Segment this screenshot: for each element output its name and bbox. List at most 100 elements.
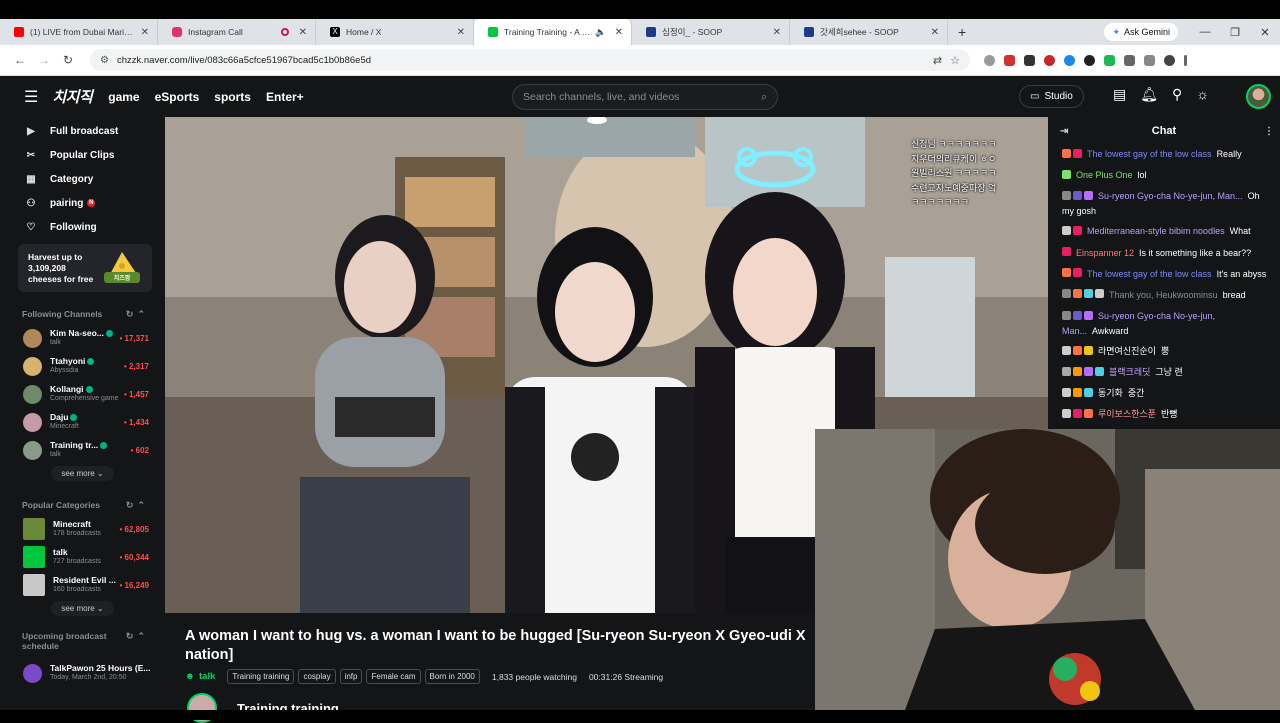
hamburger-menu-icon[interactable]: ☰ [24, 87, 38, 107]
chat-nickname[interactable]: The lowest gay of the low class [1087, 149, 1212, 159]
menu-kebab-icon[interactable] [1184, 54, 1187, 66]
bookmark-star-icon[interactable]: ☆ [950, 54, 960, 67]
channel-category: talk [50, 339, 61, 346]
studio-button[interactable]: ▭ Studio [1019, 85, 1084, 108]
sidebar-item-following[interactable]: ♡ Following [24, 215, 165, 239]
sidebar-item-full-broadcast[interactable]: ▶ Full broadcast [24, 119, 165, 143]
chat-nickname[interactable]: Mediterranean-style bibim noodles [1087, 226, 1225, 236]
extension-icon[interactable] [1004, 54, 1015, 66]
tag-chip[interactable]: infp [339, 669, 363, 684]
search-icon[interactable]: ⌕ [761, 91, 767, 104]
extension-icon[interactable] [1024, 54, 1035, 66]
channel-item[interactable]: KollangiComprehensive game 1,457 [0, 380, 165, 408]
address-bar[interactable]: ⚙ chzzk.naver.com/live/083c66a5cfce51967… [90, 49, 970, 71]
chat-nickname[interactable]: 라면여신진순이 [1098, 346, 1156, 356]
chat-message: Mediterranean-style bibim noodles What [1062, 224, 1272, 239]
sidebar-item-popular-clips[interactable]: ✂ Popular Clips [24, 143, 165, 167]
chat-more-icon[interactable]: ⋮ [1264, 126, 1274, 137]
tag-chip[interactable]: Training training [227, 669, 295, 684]
collapse-chat-icon[interactable]: ⇥ [1060, 126, 1068, 137]
user-avatar[interactable] [1246, 84, 1271, 109]
close-tab-icon[interactable]: ✕ [299, 27, 307, 38]
close-tab-icon[interactable]: ✕ [931, 27, 939, 38]
broadcast-count: 178 broadcasts [53, 530, 101, 537]
reload-button[interactable]: ↻ [56, 53, 80, 67]
section-controls[interactable]: ↻⌃ [126, 500, 149, 511]
chat-text: bread [1222, 289, 1246, 300]
site-info-icon[interactable]: ⚙ [100, 55, 109, 66]
ask-gemini-button[interactable]: ✦ Ask Gemini [1104, 23, 1178, 41]
speaker-icon[interactable]: 🔈 [595, 27, 606, 38]
see-more-button[interactable]: see more ⌄ [51, 601, 114, 616]
sidepanel-icon[interactable] [1144, 54, 1155, 66]
chat-nickname[interactable]: 블랙크레딧 [1109, 367, 1150, 377]
close-tab-icon[interactable]: ✕ [773, 27, 781, 38]
chzzk-logo[interactable]: 치지직 [52, 86, 92, 107]
extension-icon[interactable] [1044, 54, 1055, 66]
extension-icon[interactable] [1064, 54, 1075, 66]
browser-tab-soop-2[interactable]: 갓세희sehee - SOOP ✕ [790, 19, 948, 45]
channel-item[interactable]: Kim Na-seo...talk 17,371 [0, 324, 165, 352]
search-input[interactable]: Search channels, live, and videos ⌕ [512, 84, 778, 110]
channel-item[interactable]: TtahyoniAbyssdia 2,317 [0, 352, 165, 380]
category-item[interactable]: Minecraft178 broadcasts 62,805 [0, 515, 165, 543]
section-controls[interactable]: ↻⌃ [126, 309, 149, 320]
chat-nickname[interactable]: 동기화 [1098, 388, 1123, 398]
extension-icon[interactable] [984, 54, 995, 66]
profile-icon[interactable] [1164, 54, 1175, 66]
browser-tab-soop-1[interactable]: 심정이_ - SOOP ✕ [632, 19, 790, 45]
chat-nickname[interactable]: 루이보스한스푼 [1098, 409, 1156, 419]
nav-enter-plus[interactable]: Enter+ [266, 90, 304, 104]
nav-esports[interactable]: eSports [155, 90, 200, 104]
maximize-button[interactable]: ❐ [1220, 26, 1250, 39]
close-tab-icon[interactable]: ✕ [141, 27, 149, 38]
browser-tab-chzzk[interactable]: Training Training - A woma 🔈 ✕ [474, 19, 632, 45]
channel-item[interactable]: Training tr...talk 602 [0, 436, 165, 464]
browser-tab-x[interactable]: X Home / X ✕ [316, 19, 474, 45]
section-controls[interactable]: ↻⌃ [126, 631, 149, 642]
channel-category: talk [50, 451, 61, 458]
translate-icon[interactable]: ⇄ [933, 54, 942, 67]
browser-tab-youtube[interactable]: (1) LIVE from Dubai Marina - Te ✕ [0, 19, 158, 45]
minimize-button[interactable]: — [1190, 26, 1220, 38]
sidebar-item-label: Category [50, 173, 94, 185]
nav-game[interactable]: game [108, 90, 139, 104]
search-tool-icon[interactable]: ⚲ [1172, 86, 1182, 103]
sidebar-item-pairing[interactable]: ⚇ pairing N [24, 191, 165, 215]
header-icons: ▤ 🔔︎ ⚲ ☼ [1113, 86, 1209, 103]
chat-nickname[interactable]: Einspanner 12 [1076, 248, 1134, 258]
chat-nickname[interactable]: Su-ryeon Gyo-cha No-ye-jun, Man... [1098, 191, 1243, 201]
talk-category-icon: ☻ [185, 671, 195, 682]
channel-item[interactable]: DajuMinecraft 1,434 [0, 408, 165, 436]
category-item[interactable]: talk727 broadcasts 60,344 [0, 543, 165, 571]
tag-chip[interactable]: Female cam [366, 669, 421, 684]
chat-title: Chat [1151, 125, 1177, 137]
category-link[interactable]: ☻ talk [185, 671, 215, 682]
verified-icon [70, 414, 78, 422]
tag-chip[interactable]: cosplay [298, 669, 336, 684]
chat-nickname[interactable]: Thank you, Heukwoominsu [1109, 290, 1218, 300]
close-tab-icon[interactable]: ✕ [615, 27, 623, 38]
browser-tab-instagram[interactable]: Instagram Call ✕ [158, 19, 316, 45]
badge-icon [1073, 310, 1082, 320]
extension-icon[interactable] [1084, 54, 1095, 66]
chat-nickname[interactable]: The lowest gay of the low class [1087, 269, 1212, 279]
chat-nickname[interactable]: One Plus One [1076, 170, 1133, 180]
category-item[interactable]: Resident Evil ...160 broadcasts 16,249 [0, 571, 165, 599]
close-window-button[interactable]: ✕ [1250, 26, 1280, 39]
nav-sports[interactable]: sports [214, 90, 251, 104]
forward-button[interactable]: → [32, 53, 56, 67]
notification-bell-icon[interactable]: 🔔︎ [1140, 86, 1158, 103]
see-more-button[interactable]: see more ⌄ [51, 466, 114, 481]
close-tab-icon[interactable]: ✕ [457, 27, 465, 38]
puzzle-icon[interactable] [1124, 54, 1135, 66]
schedule-item[interactable]: TalkPawon 25 Hours (E... Today, March 2nd… [0, 659, 165, 687]
extension-icon[interactable] [1104, 54, 1115, 66]
cheese-wallet-icon[interactable]: ▤ [1113, 86, 1126, 103]
sidebar-item-category[interactable]: ▦ Category [24, 167, 165, 191]
theme-toggle-icon[interactable]: ☼ [1196, 86, 1209, 103]
tag-chip[interactable]: Born in 2000 [424, 669, 480, 684]
new-tab-button[interactable]: + [948, 24, 976, 40]
back-button[interactable]: ← [8, 53, 32, 67]
cheese-promo-banner[interactable]: Harvest up to 3,109,208 cheeses for free… [18, 244, 152, 292]
